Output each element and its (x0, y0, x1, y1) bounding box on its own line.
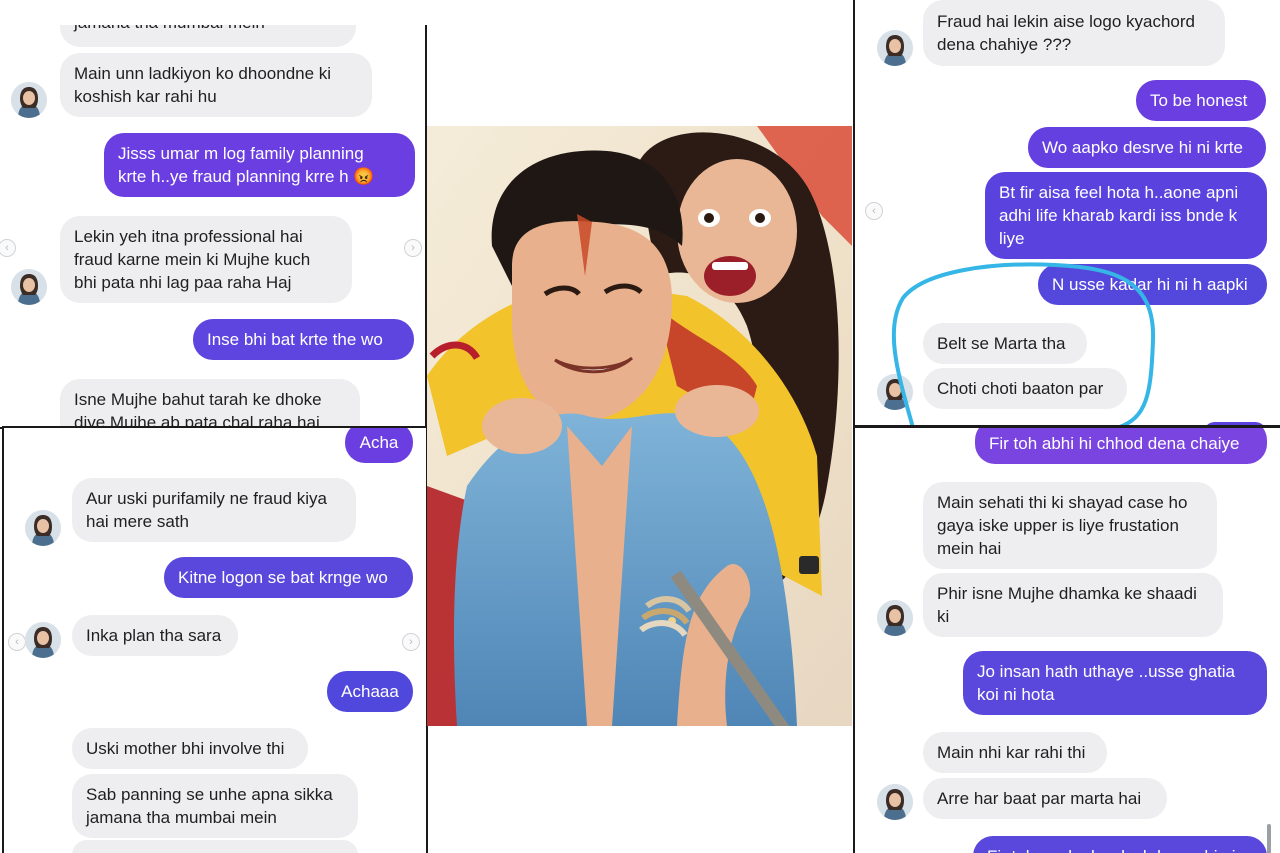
chevron-right-icon[interactable]: › (404, 239, 422, 257)
message-bubble-incoming: Main nhi kar rahi thi (923, 732, 1107, 773)
chat-panel-top-right: Fraud hai lekin aise logo kyachord dena … (853, 0, 1280, 427)
profile-avatar-icon (11, 269, 47, 305)
message-bubble-incoming: Sab panning se unhe apna sikka jamana th… (72, 774, 358, 838)
chat-panel-bottom-right: Choti choti baaton par Fir toh abhi hi c… (853, 426, 1280, 853)
message-bubble-incoming: Inka plan tha sara (72, 615, 238, 656)
profile-avatar-icon (25, 510, 61, 546)
message-bubble-outgoing: Fir toh abhi hi chhod dena chaiye (975, 428, 1267, 464)
message-bubble-outgoing: Fir toh aapko bardash karna hi ni (973, 836, 1267, 853)
message-bubble-incoming: Belt se Marta tha (923, 323, 1087, 364)
message-bubble-incoming: Lekin yeh itna professional hai fraud ka… (60, 216, 352, 303)
scrollbar[interactable] (1267, 824, 1271, 853)
message-bubble-incoming: Uski mother bhi involve thi (72, 728, 308, 769)
message-bubble-incoming: Main sehati thi ki shayad case ho gaya i… (923, 482, 1217, 569)
message-bubble-outgoing: Bt fir aisa feel hota h..aone apni adhi … (985, 172, 1267, 259)
message-bubble-outgoing: Jisss umar m log family planning krte h.… (104, 133, 415, 197)
message-bubble-outgoing: Achaaa (327, 671, 413, 712)
couple-selfie-photo (427, 126, 852, 726)
message-bubble-outgoing: To be honest (1136, 80, 1266, 121)
message-bubble-incoming: Phir isne Mujhe dhamka ke shaadi ki (923, 573, 1223, 637)
message-bubble-outgoing: Wo aapko desrve hi ni krte (1028, 127, 1266, 168)
chevron-left-icon[interactable]: ‹ (0, 239, 16, 257)
profile-avatar-icon (11, 82, 47, 118)
profile-avatar-icon (877, 374, 913, 410)
message-bubble-incoming: Arre har baat par marta hai (923, 778, 1167, 819)
chevron-left-icon[interactable]: ‹ (8, 633, 26, 651)
message-bubble-incoming: Main unn ladkiyon ko dhoondne ki koshish… (60, 53, 372, 117)
message-bubble-incoming: Choti choti baaton par (923, 368, 1127, 409)
message-bubble-outgoing: Jo insan hath uthaye ..usse ghatia koi n… (963, 651, 1267, 715)
message-bubble-incoming (72, 840, 358, 853)
profile-avatar-icon (877, 600, 913, 636)
chat-panel-bottom-left: Acha Aur uski purifamily ne fraud kiya h… (2, 426, 428, 853)
message-bubble-outgoing: N usse kadar hi ni h aapki (1038, 264, 1267, 305)
message-bubble-incoming: Aur uski purifamily ne fraud kiya hai me… (72, 478, 356, 542)
message-bubble-incoming: Isne Mujhe bahut tarah ke dhoke diye Muj… (60, 379, 360, 427)
message-bubble-outgoing: Acha (345, 428, 413, 463)
message-bubble-outgoing: Kitne logon se bat krnge wo (164, 557, 413, 598)
message-bubble-incoming: Fraud hai lekin aise logo kyachord dena … (923, 0, 1225, 66)
chat-panel-top-left: jamana tha mumbai mein Main unn ladkiyon… (0, 25, 427, 429)
message-bubble-incoming: jamana tha mumbai mein (60, 25, 356, 47)
chevron-left-icon[interactable]: ‹ (865, 202, 883, 220)
chevron-right-icon[interactable]: › (402, 633, 420, 651)
message-bubble-outgoing: Inse bhi bat krte the wo (193, 319, 414, 360)
profile-avatar-icon (877, 30, 913, 66)
profile-avatar-icon (25, 622, 61, 658)
profile-avatar-icon (877, 784, 913, 820)
